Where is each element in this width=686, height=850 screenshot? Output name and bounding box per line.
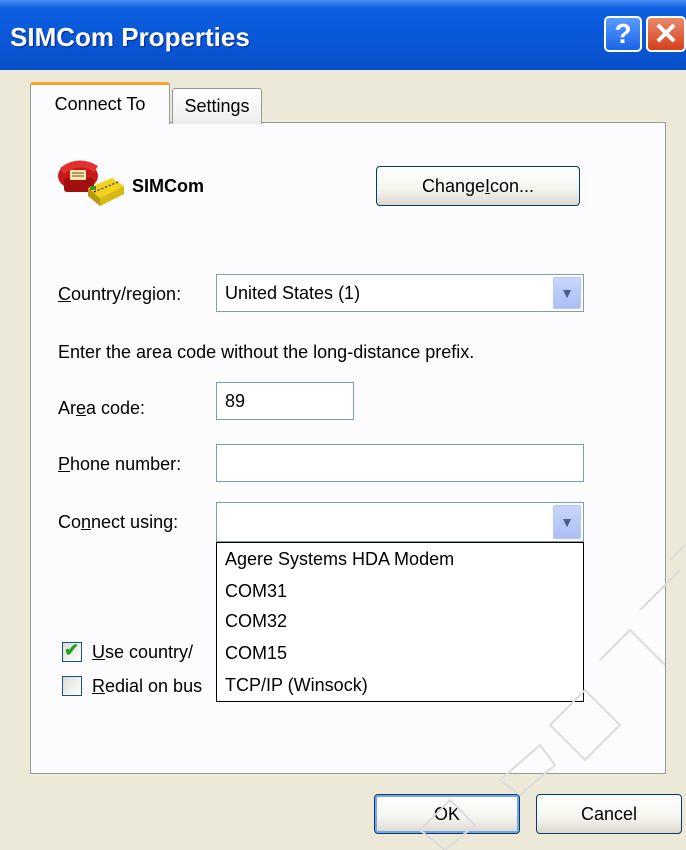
redial-label-access-key: R <box>92 676 105 696</box>
redial-checkbox[interactable] <box>62 676 82 696</box>
phone-number-input[interactable] <box>216 444 584 482</box>
chevron-down-icon[interactable]: ▼ <box>553 277 581 309</box>
cancel-button[interactable]: Cancel <box>536 794 682 834</box>
change-icon-button[interactable]: Change Icon... <box>376 166 580 206</box>
area-code-value: 89 <box>225 390 246 411</box>
connect-using-select[interactable]: ▼ <box>216 502 584 542</box>
use-country-label-access-key: U <box>92 642 105 662</box>
country-region-select[interactable]: United States (1) ▼ <box>216 274 584 312</box>
connect-using-dropdown[interactable]: Agere Systems HDA Modem COM31 COM32 COM1… <box>216 542 584 702</box>
ok-button[interactable]: OK <box>374 794 520 834</box>
chevron-down-icon[interactable]: ▼ <box>553 505 581 539</box>
connect-using-label: Connect using: <box>58 512 178 533</box>
redial-label[interactable]: Redial on bus <box>92 676 202 697</box>
country-label-rest: ountry/region: <box>71 284 182 304</box>
help-button[interactable]: ? <box>604 16 642 52</box>
area-code-instructions: Enter the area code without the long-dis… <box>58 342 475 362</box>
country-region-value: United States (1) <box>225 282 361 303</box>
phone-connection-icon <box>58 160 124 206</box>
area-code-input[interactable]: 89 <box>216 382 354 420</box>
dropdown-option[interactable]: COM15 <box>225 643 287 664</box>
tab-settings[interactable]: Settings <box>172 88 262 124</box>
area-code-label-access-key: e <box>76 398 87 418</box>
connect-using-label-post: nect using: <box>91 512 179 532</box>
use-country-label-rest: se country/ <box>105 642 194 662</box>
change-icon-label-pre: Change <box>421 175 485 196</box>
area-code-label-post: a code: <box>86 398 146 418</box>
country-label-access-key: C <box>58 284 71 304</box>
use-country-label[interactable]: Use country/ <box>92 642 193 663</box>
dropdown-option[interactable]: TCP/IP (Winsock) <box>225 675 368 696</box>
dropdown-option[interactable]: COM31 <box>225 581 287 602</box>
dropdown-option[interactable]: Agere Systems HDA Modem <box>225 549 454 570</box>
tab-connect-to[interactable]: Connect To <box>30 82 170 124</box>
connect-using-label-access-key: n <box>81 512 92 532</box>
redial-label-rest: edial on bus <box>105 676 203 696</box>
close-button[interactable]: ✕ <box>646 16 686 52</box>
window-title: SIMCom Properties <box>10 22 250 52</box>
connection-name: SIMCom <box>132 176 204 196</box>
use-country-checkbox[interactable]: ✔ <box>62 640 82 662</box>
area-code-label: Area code: <box>58 398 145 419</box>
properties-dialog: SIMCom Properties ? ✕ Connect To Setting… <box>0 0 686 850</box>
checkmark-icon: ✔ <box>64 640 80 660</box>
change-icon-label-post: con... <box>490 175 535 196</box>
phone-label-rest: hone number: <box>70 454 182 474</box>
title-bar[interactable]: SIMCom Properties ? ✕ <box>0 0 686 70</box>
dropdown-option[interactable]: COM32 <box>225 611 287 632</box>
connect-using-label-pre: Co <box>58 512 82 532</box>
phone-number-label: Phone number: <box>58 454 181 475</box>
area-code-label-pre: Ar <box>58 398 76 418</box>
phone-label-access-key: P <box>58 454 71 474</box>
country-region-label: Country/region: <box>58 284 181 305</box>
